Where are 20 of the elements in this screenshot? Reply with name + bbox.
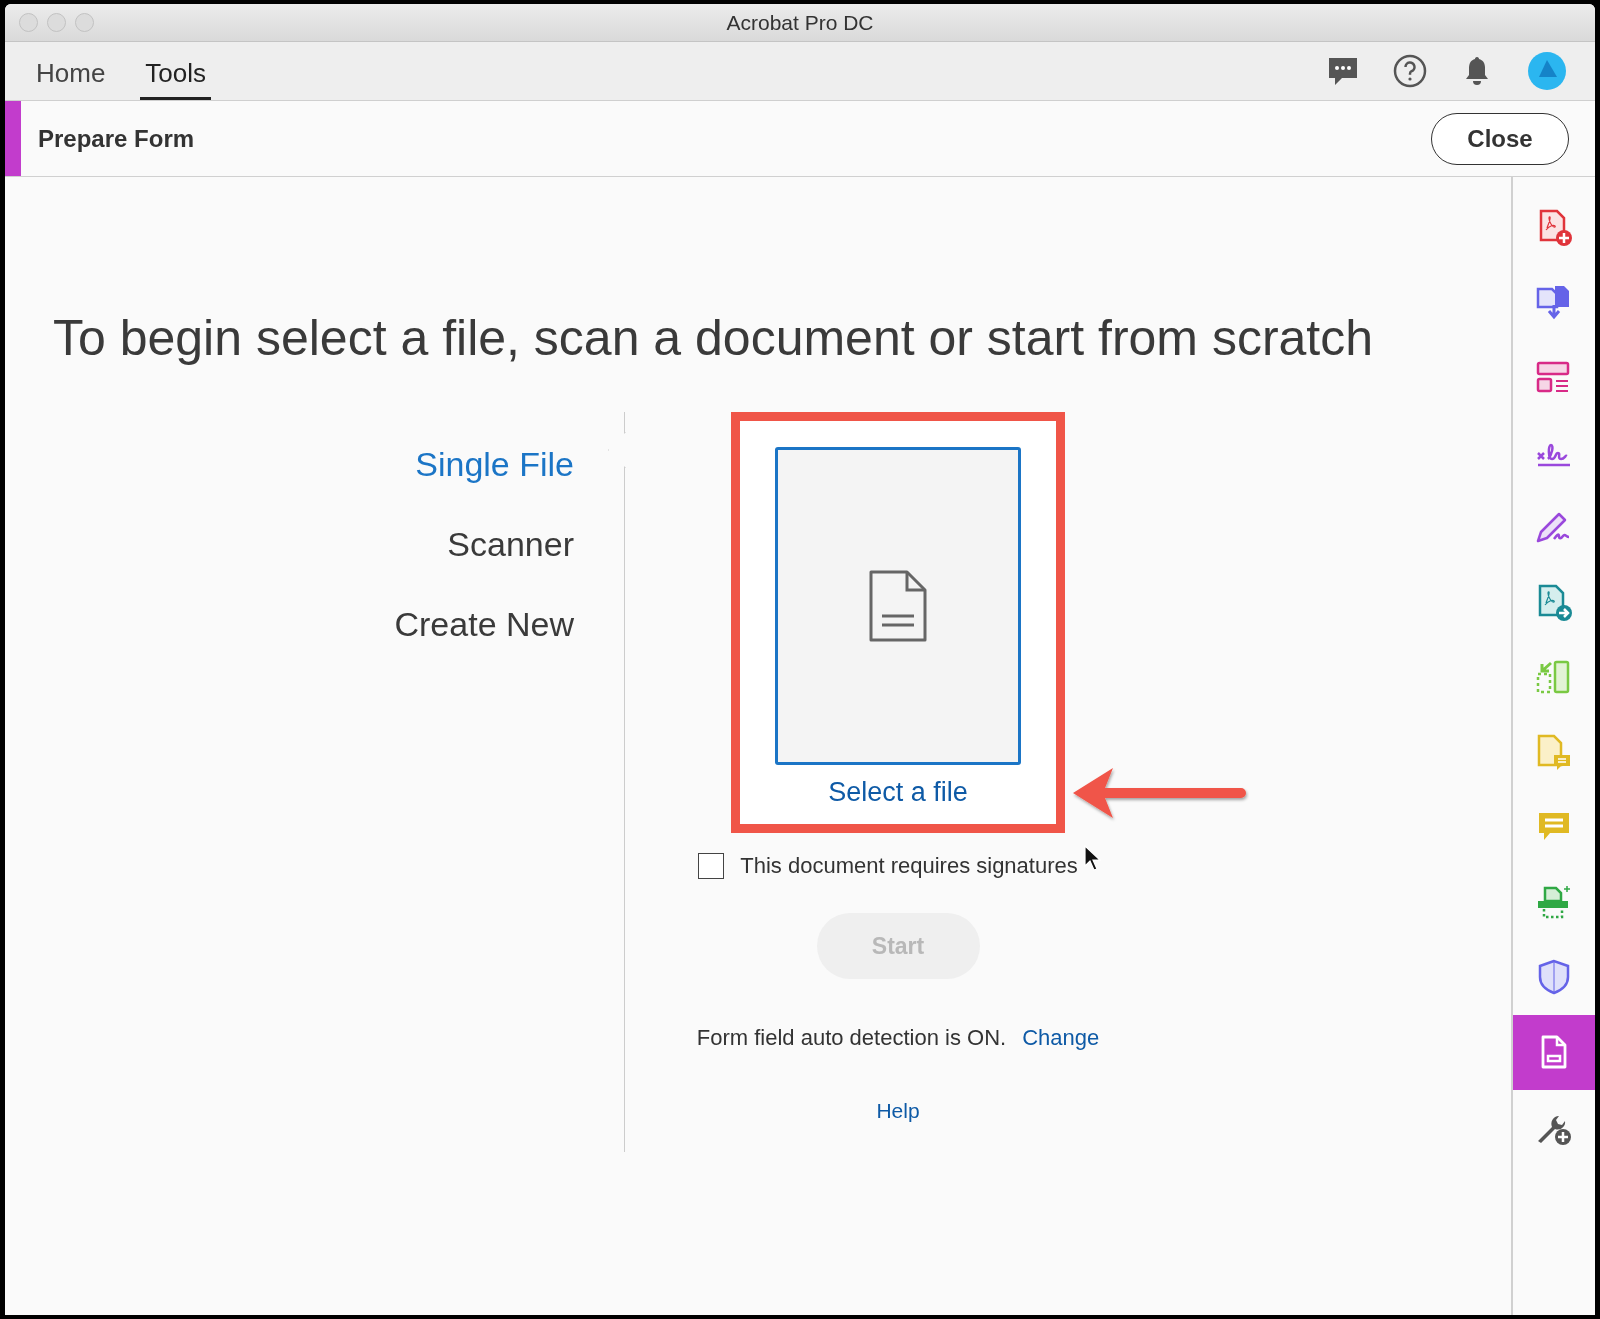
checkbox[interactable] (698, 853, 725, 879)
source-option[interactable]: Scanner (447, 504, 574, 584)
heading: To begin select a file, scan a document or start from scratch (53, 309, 1375, 367)
select-file-link[interactable]: Select a file (828, 777, 968, 808)
help-link[interactable]: Help (876, 1099, 920, 1123)
avatar-icon[interactable] (1527, 51, 1567, 91)
nav-tab[interactable]: Home (31, 42, 111, 100)
document-icon (868, 569, 928, 643)
change-link[interactable]: Change (1022, 1025, 1100, 1051)
tool-button[interactable] (1513, 1015, 1595, 1090)
window-title: Acrobat Pro DC (726, 10, 874, 35)
pointer-cursor-icon (1084, 845, 1102, 871)
close-button[interactable]: Close (1431, 112, 1569, 165)
file-drop-area[interactable] (775, 447, 1021, 765)
auto-detection-text: Form field auto detection is ON. (696, 1025, 1007, 1051)
source-option[interactable]: Single File (415, 424, 574, 504)
checkbox-label: This document requires signatures (740, 853, 1078, 879)
help-icon[interactable] (1393, 54, 1427, 88)
source-option[interactable]: Create New (394, 584, 574, 664)
tool-title: Prepare Form (38, 124, 196, 153)
